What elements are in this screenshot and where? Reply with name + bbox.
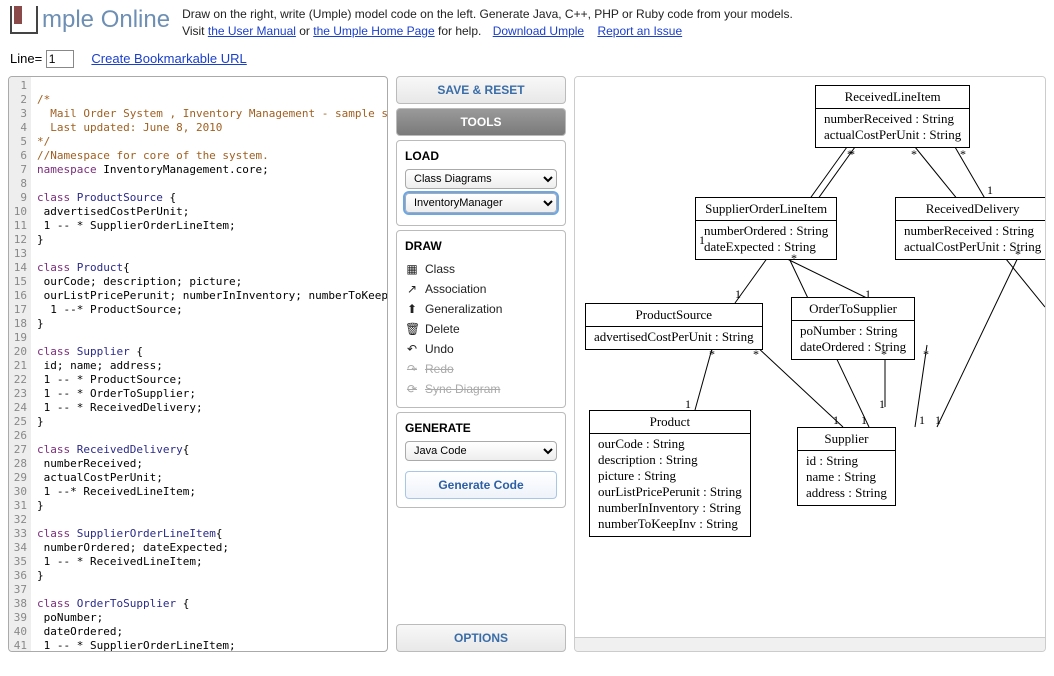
line-bar: Line= Create Bookmarkable URL bbox=[0, 46, 1054, 76]
tagline-line2: Visit the User Manual or the Umple Home … bbox=[182, 23, 793, 40]
draw-delete[interactable]: 🗑Delete bbox=[405, 319, 557, 339]
code-content[interactable]: /* Mail Order System , Inventory Managem… bbox=[31, 77, 387, 651]
logo-text: mple Online bbox=[42, 6, 170, 34]
association-icon: ↗ bbox=[405, 282, 419, 296]
draw-redo: ↷Redo bbox=[405, 359, 557, 379]
class-Supplier[interactable]: Supplier id : Stringname : Stringaddress… bbox=[797, 427, 896, 506]
load-header: LOAD bbox=[405, 149, 557, 163]
tools-panel: SAVE & RESET TOOLS LOAD Class Diagrams I… bbox=[396, 76, 566, 652]
draw-association[interactable]: ↗Association bbox=[405, 279, 557, 299]
attrs-ReceivedDelivery: numberReceived : StringactualCostPerUnit… bbox=[896, 221, 1046, 259]
attrs-SupplierOrderLineItem: numberOrdered : StringdateExpected : Str… bbox=[696, 221, 836, 259]
link-report-issue[interactable]: Report an Issue bbox=[597, 24, 682, 38]
line-input[interactable] bbox=[46, 50, 74, 68]
generalization-icon: ⬆ bbox=[405, 302, 419, 316]
header-tagline: Draw on the right, write (Umple) model c… bbox=[182, 6, 793, 40]
attrs-Supplier: id : Stringname : Stringaddress : String bbox=[798, 451, 895, 505]
line-gutter: 1234567891011121314151617181920212223242… bbox=[9, 77, 31, 651]
main-area: 1234567891011121314151617181920212223242… bbox=[0, 76, 1054, 652]
code-editor[interactable]: 1234567891011121314151617181920212223242… bbox=[9, 77, 387, 651]
logo: mple Online bbox=[10, 6, 170, 34]
draw-sync: ⟳Sync Diagram bbox=[405, 379, 557, 399]
draw-generalization[interactable]: ⬆Generalization bbox=[405, 299, 557, 319]
load-box: LOAD Class Diagrams InventoryManager bbox=[396, 140, 566, 226]
example-select[interactable]: InventoryManager bbox=[405, 193, 557, 213]
horizontal-scrollbar[interactable] bbox=[575, 637, 1045, 651]
line-label: Line= bbox=[10, 51, 42, 66]
sync-icon: ⟳ bbox=[405, 382, 419, 396]
attrs-Product: ourCode : Stringdescription : Stringpict… bbox=[590, 434, 750, 536]
save-reset-button[interactable]: SAVE & RESET bbox=[396, 76, 566, 104]
class-ProductSource[interactable]: ProductSource advertisedCostPerUnit : St… bbox=[585, 303, 763, 350]
generate-box: GENERATE Java Code Generate Code bbox=[396, 412, 566, 508]
attrs-ProductSource: advertisedCostPerUnit : String bbox=[586, 327, 762, 349]
generate-lang-select[interactable]: Java Code bbox=[405, 441, 557, 461]
attrs-OrderToSupplier: poNumber : StringdateOrdered : String bbox=[792, 321, 914, 359]
generate-code-button[interactable]: Generate Code bbox=[405, 471, 557, 499]
tools-header: TOOLS bbox=[396, 108, 566, 136]
link-download[interactable]: Download Umple bbox=[493, 24, 584, 38]
delete-icon: 🗑 bbox=[405, 322, 419, 336]
link-home-page[interactable]: the Umple Home Page bbox=[313, 24, 434, 38]
class-ReceivedDelivery[interactable]: ReceivedDelivery numberReceived : String… bbox=[895, 197, 1046, 260]
draw-header: DRAW bbox=[405, 239, 557, 253]
app-header: mple Online Draw on the right, write (Um… bbox=[0, 0, 1054, 46]
class-OrderToSupplier[interactable]: OrderToSupplier poNumber : StringdateOrd… bbox=[791, 297, 915, 360]
draw-undo[interactable]: ↶Undo bbox=[405, 339, 557, 359]
tagline-line1: Draw on the right, write (Umple) model c… bbox=[182, 6, 793, 23]
options-button[interactable]: OPTIONS bbox=[396, 624, 566, 652]
generate-header: GENERATE bbox=[405, 421, 557, 435]
class-ReceivedLineItem[interactable]: ReceivedLineItem numberReceived : String… bbox=[815, 85, 970, 148]
draw-box: DRAW ▦Class ↗Association ⬆Generalization… bbox=[396, 230, 566, 408]
class-SupplierOrderLineItem[interactable]: SupplierOrderLineItem numberOrdered : St… bbox=[695, 197, 837, 260]
diagram-panel[interactable]: ReceivedLineItem numberReceived : String… bbox=[574, 76, 1046, 652]
attrs-ReceivedLineItem: numberReceived : StringactualCostPerUnit… bbox=[816, 109, 969, 147]
association-lines bbox=[575, 77, 1045, 651]
diagram-type-select[interactable]: Class Diagrams bbox=[405, 169, 557, 189]
class-Product[interactable]: Product ourCode : Stringdescription : St… bbox=[589, 410, 751, 537]
undo-icon: ↶ bbox=[405, 342, 419, 356]
code-editor-panel: 1234567891011121314151617181920212223242… bbox=[8, 76, 388, 652]
draw-class[interactable]: ▦Class bbox=[405, 259, 557, 279]
link-user-manual[interactable]: the User Manual bbox=[208, 24, 296, 38]
redo-icon: ↷ bbox=[405, 362, 419, 376]
link-bookmark[interactable]: Create Bookmarkable URL bbox=[91, 51, 246, 66]
logo-icon bbox=[10, 6, 38, 34]
class-icon: ▦ bbox=[405, 262, 419, 276]
